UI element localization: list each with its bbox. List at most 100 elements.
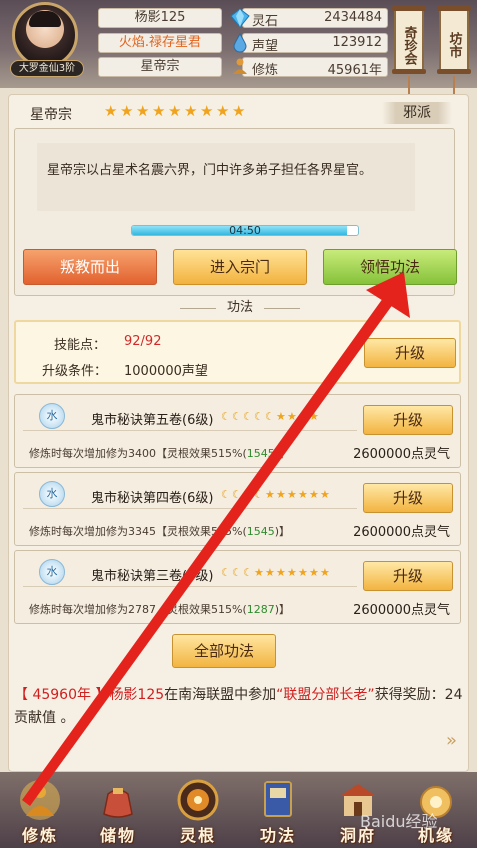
- star-icon: ★: [232, 102, 246, 120]
- technique-upgrade-button[interactable]: 升级: [363, 405, 453, 435]
- star-icon: ★: [298, 488, 308, 501]
- shengwang-value: 123912: [332, 35, 382, 50]
- star-icon: ★: [287, 410, 297, 423]
- star-icon: ★: [216, 102, 230, 120]
- star-icon: ★: [320, 566, 330, 579]
- sect-name: 星帝宗: [30, 107, 72, 123]
- moon-icon: ☾: [232, 566, 242, 579]
- star-icon: ★: [309, 566, 319, 579]
- moon-icon: ☾: [243, 410, 253, 423]
- star-icon: ★: [276, 566, 286, 579]
- water-element-icon: 水: [39, 481, 65, 507]
- star-icon: ★: [120, 102, 134, 120]
- watermark: Baidu经验: [360, 812, 438, 831]
- techniques-section-title: 功法: [160, 298, 320, 318]
- top-header: 大罗金仙3阶 杨影125 火焰.禄存星君 星帝宗 灵石 2434484 声望 1…: [0, 0, 477, 94]
- player-avatar[interactable]: 大罗金仙3阶: [10, 2, 84, 78]
- water-element-icon: 水: [39, 403, 65, 429]
- star-icon: ★: [254, 566, 264, 579]
- nav-cultivate[interactable]: 修炼: [4, 778, 76, 848]
- sect-stars: ★ ★ ★ ★ ★ ★ ★ ★ ★: [104, 104, 247, 120]
- resource-shengwang: 声望 123912: [230, 33, 388, 54]
- collapse-arrow-icon[interactable]: »: [446, 730, 468, 752]
- moon-icon: ☾: [243, 566, 253, 579]
- star-icon: ★: [276, 488, 286, 501]
- sect-description-box: 星帝宗以占星术名震六界，门中许多弟子担任各界星官。 04:50 叛教而出 进入宗…: [14, 128, 457, 296]
- news-year: 【 45960年 】: [14, 687, 110, 703]
- meditation-icon: [233, 58, 247, 74]
- bag-icon: [103, 788, 133, 818]
- skill-points-label: 技能点：: [54, 338, 107, 353]
- star-icon: ★: [265, 488, 275, 501]
- technique-card-5: 水 鬼市秘诀第五卷(6级) ☾ ☾ ☾ ☾ ☾ ★ ★ ★ ★ 升级 修炼时每次增加修为3400…: [14, 394, 461, 468]
- player-sect: 星帝宗: [98, 57, 222, 77]
- comprehend-button[interactable]: 领悟功法: [323, 249, 457, 285]
- effect-bonus: 1545: [246, 525, 275, 538]
- skill-points-box: 技能点： 92/92 升级条件： 1000000声望 升级: [14, 320, 461, 384]
- technique-cost: 2600000点灵气: [353, 603, 450, 618]
- lingshi-label: 灵石: [252, 14, 279, 29]
- moon-icon: ☾: [232, 410, 242, 423]
- resource-lingshi: 灵石 2434484: [230, 8, 388, 29]
- moon-icon: ☾: [221, 488, 231, 501]
- nav-techniques[interactable]: 功法: [242, 778, 314, 848]
- book-icon: [264, 781, 292, 817]
- star-icon: ★: [200, 102, 214, 120]
- market-button[interactable]: 坊市: [437, 6, 471, 74]
- moon-icon: ☾: [254, 488, 264, 501]
- timer-progress-bar: 04:50: [131, 225, 359, 236]
- technique-effect: 修炼时每次增加修为3400【灵根效果515%(1545)】: [29, 445, 290, 461]
- player-title: 火焰.禄存星君: [98, 33, 222, 53]
- moon-icon: ☾: [221, 410, 231, 423]
- technique-upgrade-button[interactable]: 升级: [363, 561, 453, 591]
- star-icon: ★: [136, 102, 150, 120]
- star-icon: ★: [265, 566, 275, 579]
- moon-icon: ☾: [221, 566, 231, 579]
- technique-level-marks: ☾ ☾ ☾ ☾ ☾ ★ ★ ★ ★: [221, 411, 320, 423]
- effect-bonus: 1545: [246, 447, 275, 460]
- rare-shop-button[interactable]: 奇珍会: [392, 6, 426, 74]
- spirit-root-icon: [177, 779, 219, 821]
- technique-effect: 修炼时每次增加修为2787【灵根效果515%(1287)】: [29, 601, 290, 617]
- enter-sect-button[interactable]: 进入宗门: [173, 249, 307, 285]
- xiulian-label: 修炼: [252, 63, 279, 78]
- news-mid: 在南海联盟中参加: [164, 687, 277, 703]
- water-element-icon: 水: [39, 559, 65, 585]
- effect-text-end: )】: [274, 525, 291, 538]
- skill-upgrade-button[interactable]: 升级: [364, 338, 456, 368]
- skill-points-value: 92/92: [124, 334, 162, 349]
- nav-storage-label: 储物: [99, 826, 136, 845]
- effect-text: 修炼时每次增加修为3400【灵根效果515%(: [29, 447, 247, 460]
- technique-level-marks: ☾ ☾ ☾ ★ ★ ★ ★ ★ ★ ★: [221, 567, 331, 579]
- news-player[interactable]: 杨影125: [109, 687, 164, 703]
- news-event: “联盟分部长老”: [276, 687, 375, 703]
- star-icon: ★: [298, 410, 308, 423]
- nav-storage[interactable]: 储物: [82, 778, 154, 848]
- effect-text: 修炼时每次增加修为2787【灵根效果515%(: [29, 603, 247, 616]
- nav-spirit-root-label: 灵根: [179, 826, 216, 845]
- effect-bonus: 1287: [246, 603, 275, 616]
- moon-icon: ☾: [265, 410, 275, 423]
- all-techniques-button[interactable]: 全部功法: [172, 634, 276, 668]
- technique-card-4: 水 鬼市秘诀第四卷(6级) ☾ ☾ ☾ ☾ ★ ★ ★ ★ ★ ★ 升级 修炼时每次增加修为334…: [14, 472, 461, 546]
- star-icon: ★: [168, 102, 182, 120]
- upgrade-condition-label: 升级条件：: [42, 364, 108, 379]
- resource-xiulian: 修炼 45961年: [230, 57, 388, 78]
- technique-upgrade-button[interactable]: 升级: [363, 483, 453, 513]
- star-icon: ★: [276, 410, 286, 423]
- alignment-tag: 邪派: [382, 102, 452, 124]
- nav-techniques-label: 功法: [259, 826, 296, 845]
- betray-button[interactable]: 叛教而出: [23, 249, 157, 285]
- shengwang-label: 声望: [252, 39, 279, 54]
- technique-level-marks: ☾ ☾ ☾ ☾ ★ ★ ★ ★ ★ ★: [221, 489, 331, 501]
- upgrade-condition-value: 1000000声望: [124, 364, 208, 379]
- nav-spirit-root[interactable]: 灵根: [162, 778, 234, 848]
- technique-name: 鬼市秘诀第五卷(6级): [91, 413, 214, 428]
- star-icon: ★: [309, 410, 319, 423]
- star-icon: ★: [298, 566, 308, 579]
- drop-icon: [233, 33, 247, 53]
- star-icon: ★: [152, 102, 166, 120]
- sect-description: 星帝宗以占星术名震六界，门中许多弟子担任各界星官。: [37, 143, 415, 211]
- technique-cost: 2600000点灵气: [353, 447, 450, 462]
- technique-name: 鬼市秘诀第四卷(6级): [91, 491, 214, 506]
